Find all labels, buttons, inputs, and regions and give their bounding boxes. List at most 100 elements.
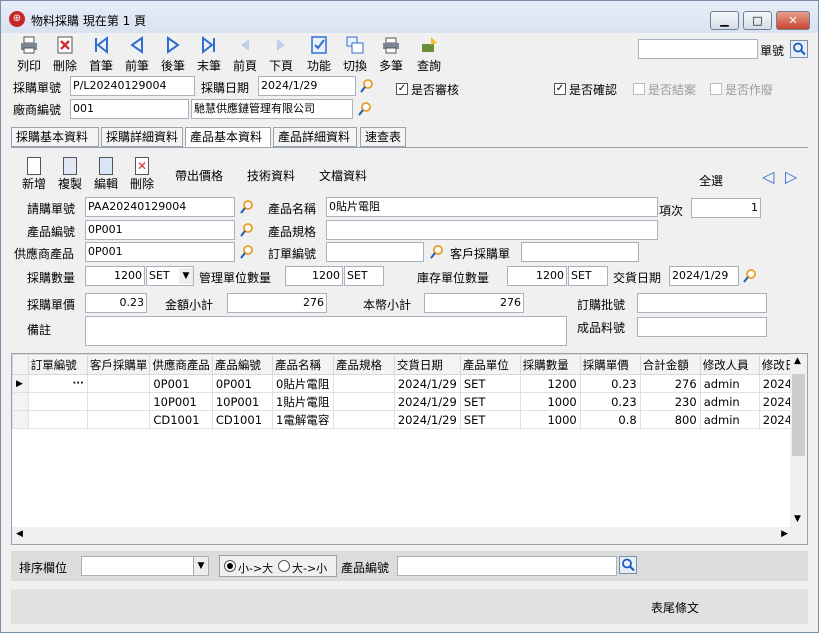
dropdown-arrow-icon[interactable]: ▼ xyxy=(193,557,208,575)
po-date-field[interactable]: 2024/1/29 xyxy=(258,76,356,96)
table-cell[interactable]: 1貼片電阻 xyxy=(272,392,334,411)
tech-data-button[interactable]: 技術資料 xyxy=(247,167,295,184)
table-cell[interactable]: 0.8 xyxy=(579,410,641,429)
table-cell[interactable]: ··· xyxy=(27,374,88,393)
select-all-button[interactable]: 全選 xyxy=(699,172,723,189)
vendor-no-field[interactable]: 001 xyxy=(70,99,189,119)
table-cell[interactable] xyxy=(86,410,151,429)
tab-3[interactable]: 產品基本資料 xyxy=(185,127,271,147)
table-cell[interactable]: CD1001 xyxy=(149,410,213,429)
table-cell[interactable] xyxy=(332,374,395,393)
vendor-lookup-icon[interactable] xyxy=(357,101,373,117)
column-header[interactable]: 交貨日期 xyxy=(393,354,461,375)
table-cell[interactable]: 0.23 xyxy=(579,392,641,411)
table-cell[interactable]: SET xyxy=(459,374,521,393)
toolbar-button-12[interactable]: 查詢 xyxy=(411,35,447,74)
vendor-name-field[interactable]: 馳慧供應鏈管理有限公司 xyxy=(191,99,353,119)
maximize-button[interactable]: □ xyxy=(743,11,772,30)
order-lookup-icon[interactable] xyxy=(429,244,445,260)
table-cell[interactable]: 276 xyxy=(639,374,701,393)
scroll-thumb[interactable] xyxy=(792,374,805,456)
toolbar-button-4[interactable]: 前筆 xyxy=(119,35,155,74)
local-subtotal-field[interactable]: 276 xyxy=(424,293,524,313)
column-header[interactable]: 修改人員 xyxy=(699,354,760,375)
next-item-icon[interactable]: ▷ xyxy=(785,167,797,186)
spec-field[interactable] xyxy=(326,220,658,240)
table-cell[interactable] xyxy=(332,410,395,429)
table-cell[interactable] xyxy=(332,392,395,411)
desc-radio[interactable] xyxy=(278,560,290,572)
subtotal-field[interactable]: 276 xyxy=(227,293,327,313)
table-cell[interactable] xyxy=(86,374,151,393)
req-no-field[interactable]: PAA20240129004 xyxy=(85,197,235,217)
search-icon[interactable] xyxy=(790,40,808,58)
confirm-checkbox[interactable]: ✓ xyxy=(554,83,566,95)
toolbar-button-7[interactable]: 前頁 xyxy=(227,35,263,74)
prev-item-icon[interactable]: ◁ xyxy=(762,167,774,186)
toolbar-button-8[interactable]: 下頁 xyxy=(263,35,299,74)
column-header[interactable]: 客戶採購單 xyxy=(86,354,151,375)
search-input[interactable] xyxy=(638,39,758,59)
table-cell[interactable]: 10P001 xyxy=(211,392,274,411)
stock-unit-field[interactable]: SET xyxy=(568,266,608,286)
sub-delete-button[interactable]: ✕ 刪除 xyxy=(127,157,157,192)
tab-5[interactable]: 速查表 xyxy=(360,127,406,147)
table-cell[interactable] xyxy=(27,392,88,411)
table-cell[interactable]: 2024/1/29 xyxy=(393,374,461,393)
table-cell[interactable]: 230 xyxy=(639,392,701,411)
closed-checkbox[interactable] xyxy=(633,83,645,95)
table-cell[interactable]: SET xyxy=(459,392,521,411)
column-header[interactable]: 產品名稱 xyxy=(272,354,334,375)
lot-field[interactable] xyxy=(637,293,767,313)
supplier-prod-lookup-icon[interactable] xyxy=(239,244,255,260)
table-cell[interactable]: 0貼片電阻 xyxy=(272,374,334,393)
column-header[interactable]: 採購數量 xyxy=(519,354,581,375)
void-checkbox[interactable] xyxy=(710,83,722,95)
table-cell[interactable]: admin xyxy=(699,392,760,411)
table-cell[interactable]: admin xyxy=(699,374,760,393)
date-picker-icon[interactable] xyxy=(359,78,375,94)
table-cell[interactable]: 1200 xyxy=(519,374,581,393)
toolbar-button-10[interactable]: 切換 xyxy=(337,35,373,74)
tab-1[interactable]: 採購基本資料 xyxy=(11,127,99,147)
table-cell[interactable]: 800 xyxy=(639,410,701,429)
supplier-prod-field[interactable]: 0P001 xyxy=(85,242,235,262)
table-cell[interactable]: 0P001 xyxy=(211,374,274,393)
ellipsis-icon[interactable]: ··· xyxy=(72,378,83,389)
close-button[interactable]: ✕ xyxy=(776,11,810,30)
filter-search-icon[interactable] xyxy=(619,556,637,574)
vertical-scrollbar[interactable]: ▲ ▼ xyxy=(790,354,807,544)
sort-field-select[interactable] xyxy=(81,556,209,576)
scroll-right-icon[interactable]: ▶ xyxy=(781,529,788,539)
cust-po-field[interactable] xyxy=(521,242,639,262)
scroll-left-icon[interactable]: ◀ xyxy=(16,529,23,539)
sub-copy-button[interactable]: 複製 xyxy=(55,157,85,192)
column-header[interactable]: 供應商產品 xyxy=(149,354,213,375)
order-no-field[interactable] xyxy=(326,242,424,262)
sub-edit-button[interactable]: 編輯 xyxy=(91,157,121,192)
mgmt-qty-field[interactable]: 1200 xyxy=(285,266,343,286)
table-row[interactable]: ▶ ··· 0P001 0P001 0貼片電阻 2024/1/29 SET 1200 0.23 2… xyxy=(12,374,807,393)
toolbar-button-11[interactable]: 多筆 xyxy=(373,35,409,74)
price-button[interactable]: 帶出價格 xyxy=(175,167,223,184)
table-cell[interactable]: 10P001 xyxy=(149,392,213,411)
table-cell[interactable]: SET xyxy=(459,410,521,429)
table-cell[interactable]: 1電解電容 xyxy=(272,410,334,429)
docs-button[interactable]: 文檔資料 xyxy=(319,167,367,184)
po-no-field[interactable]: P/L20240129004 xyxy=(70,76,195,96)
table-row[interactable]: CD1001 CD1001 1電解電容 2024/1/29 SET 1000 0.8 800 a… xyxy=(12,410,807,429)
sub-new-button[interactable]: 新增 xyxy=(19,157,49,192)
price-field[interactable]: 0.23 xyxy=(85,293,147,313)
mgmt-unit-field[interactable]: SET xyxy=(344,266,384,286)
toolbar-button-3[interactable]: 首筆 xyxy=(83,35,119,74)
prod-no-field[interactable]: 0P001 xyxy=(85,220,235,240)
table-cell[interactable]: admin xyxy=(699,410,760,429)
remark-field[interactable] xyxy=(85,316,567,346)
minimize-button[interactable]: ▁ xyxy=(710,11,739,30)
toolbar-button-5[interactable]: 後筆 xyxy=(155,35,191,74)
delivery-date-icon[interactable] xyxy=(742,268,758,284)
prod-name-field[interactable]: 0貼片電阻 xyxy=(326,197,658,217)
qty-field[interactable]: 1200 xyxy=(85,266,145,286)
table-cell[interactable]: 1000 xyxy=(519,392,581,411)
column-header[interactable]: 採購單價 xyxy=(579,354,641,375)
